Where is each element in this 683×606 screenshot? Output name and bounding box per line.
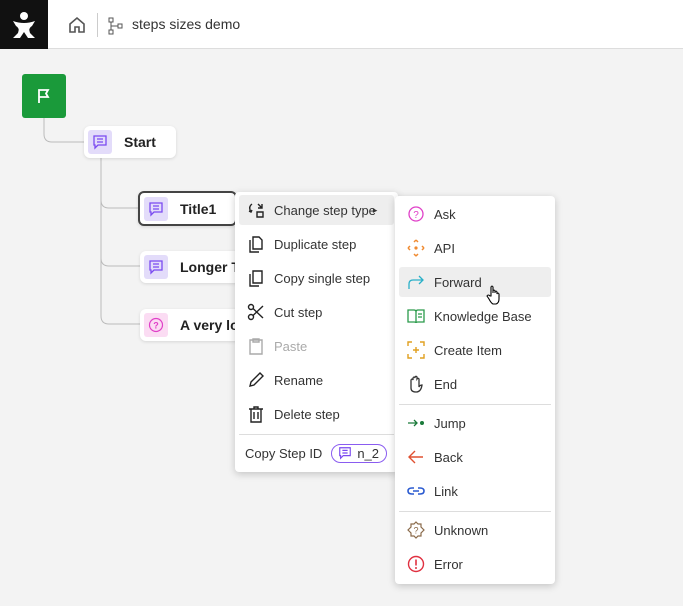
change-type-icon [246,200,266,220]
message-icon [88,130,112,154]
menu-item-label: End [434,376,458,392]
menu-item-label: Knowledge Base [434,308,532,324]
unknown-icon: ? [406,520,426,540]
submenu-item-api[interactable]: API [399,233,551,263]
message-icon [339,447,352,460]
node-label: Title1 [180,200,217,217]
error-icon [406,554,426,574]
menu-divider [399,511,551,512]
submenu-item-error[interactable]: Error [399,549,551,579]
step-node-start[interactable]: Start [84,126,176,158]
menu-item-label: Unknown [434,522,489,538]
menu-item-label: API [434,240,455,256]
menu-item-label: Ask [434,206,456,222]
menu-divider [239,434,394,435]
menu-item-label: Delete step [274,406,340,422]
menu-item-cut-step[interactable]: Cut step [239,297,394,327]
svg-text:?: ? [413,210,419,221]
menu-item-copy-step-id[interactable]: Copy Step ID n_2 [239,438,394,468]
clipboard-icon [246,336,266,356]
menu-item-label: Copy single step [274,270,371,286]
context-menu: Change step type ▸ Duplicate step Copy s… [235,192,398,472]
create-item-icon [406,340,426,360]
menu-item-duplicate-step[interactable]: Duplicate step [239,229,394,259]
menu-item-label: Cut step [274,304,323,320]
start-flag-node[interactable] [22,74,66,118]
menu-item-label: Jump [434,415,466,431]
api-icon [406,238,426,258]
step-node-title1[interactable]: Title1 [138,191,237,226]
menu-item-label: Change step type [274,202,376,218]
flag-icon [38,89,50,103]
chevron-right-icon: ▸ [372,204,378,215]
submenu-item-unknown[interactable]: ? Unknown [399,515,551,545]
back-arrow-icon [406,447,426,467]
node-label: Longer T [180,259,240,275]
question-icon: ? [144,313,168,337]
step-type-submenu: ? Ask API Forward Knowledge Base Create Item E… [395,196,555,584]
scissors-icon [246,302,266,322]
hand-pointer-cursor-icon [486,284,504,311]
step-node-longer[interactable]: Longer T [140,251,240,283]
question-icon: ? [406,204,426,224]
message-icon [144,196,168,221]
trash-icon [246,404,266,424]
menu-item-label: Duplicate step [274,236,357,252]
node-label: A very lo [180,317,239,333]
menu-item-delete-step[interactable]: Delete step [239,399,394,429]
submenu-item-ask[interactable]: ? Ask [399,199,551,229]
svg-text:?: ? [153,321,159,331]
copy-icon [246,268,266,288]
submenu-item-end[interactable]: End [399,369,551,399]
pencil-icon [246,370,266,390]
link-icon [406,481,426,501]
svg-text:?: ? [413,526,418,536]
menu-item-label: Back [434,449,463,465]
menu-item-label: Copy Step ID [245,445,323,461]
node-label: Start [124,134,156,150]
menu-divider [399,404,551,405]
duplicate-icon [246,234,266,254]
submenu-item-knowledge-base[interactable]: Knowledge Base [399,301,551,331]
menu-item-rename[interactable]: Rename [239,365,394,395]
menu-item-label: Rename [274,372,324,388]
menu-item-label: Link [434,483,458,499]
step-node-very-long[interactable]: ? A very lo [140,309,240,341]
step-id-text: n_2 [357,445,380,461]
menu-item-label: Paste [274,338,308,354]
menu-item-label: Error [434,556,463,572]
message-icon [144,255,168,279]
book-icon [406,306,426,326]
submenu-item-forward[interactable]: Forward [399,267,551,297]
menu-item-paste: Paste [239,331,394,361]
hand-icon [406,374,426,394]
menu-item-copy-single-step[interactable]: Copy single step [239,263,394,293]
menu-item-label: Forward [434,274,482,290]
submenu-item-jump[interactable]: Jump [399,408,551,438]
submenu-item-back[interactable]: Back [399,442,551,472]
jump-icon [406,413,426,433]
menu-item-change-step-type[interactable]: Change step type ▸ [239,195,394,225]
forward-arrow-icon [406,272,426,292]
submenu-item-create-item[interactable]: Create Item [399,335,551,365]
submenu-item-link[interactable]: Link [399,476,551,506]
menu-item-label: Create Item [434,342,502,358]
step-id-badge[interactable]: n_2 [331,443,388,463]
